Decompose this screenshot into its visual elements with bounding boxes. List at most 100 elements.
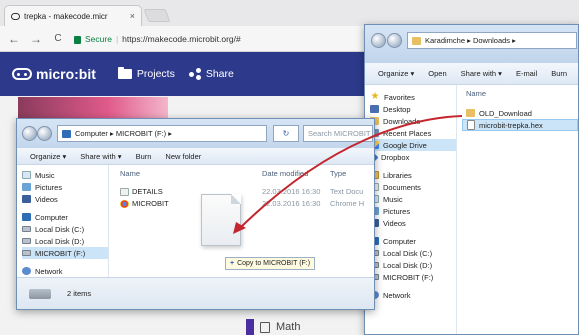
file-row-details[interactable]: DETAILS 22.03.2016 16:30 Text Docu [110,187,374,199]
url-text: https://makecode.microbit.org/# [122,33,241,44]
nav-item-local-disk-d[interactable]: Local Disk (D:) [370,259,456,271]
email-button[interactable]: E-mail [509,69,544,78]
nav-item-label: Computer [383,236,416,246]
nav-item-label: Google Drive [383,140,427,150]
share-with-button[interactable]: Share with ▾ [73,152,128,161]
nav-item-libraries[interactable]: Libraries [370,169,456,181]
nav-item-microbit-f[interactable]: MICROBIT (F:) [370,271,456,283]
lock-icon [74,35,81,44]
nav-item-local-disk-c[interactable]: Local Disk (C:) [22,223,108,235]
new-tab-button[interactable] [143,9,171,22]
nav-item-label: Music [35,170,55,180]
downloads-file-list: Name OLD_Download microbit-trepka.hex [458,85,578,334]
back-orb-icon[interactable] [22,126,37,141]
drive-icon [22,238,31,244]
column-header-name[interactable]: Name [462,89,578,101]
share-icon [188,68,201,80]
tab-close-icon[interactable]: × [130,11,135,21]
math-color-bar [246,319,254,335]
microbit-breadcrumb: Computer ▸ MICROBIT (F:) ▸ [75,129,172,138]
nav-item-microbit-f[interactable]: MICROBIT (F:) [22,247,108,259]
makecode-favicon-icon [11,12,20,20]
browser-tab[interactable]: trepka - makecode.micr × [4,5,142,26]
forward-orb-icon[interactable] [387,33,402,48]
organize-button[interactable]: Organize ▾ [23,152,73,161]
nav-item-label: Recent Places [383,128,432,138]
chrome-html-icon [120,200,129,208]
file-row-microbit[interactable]: MICROBIT 22.03.2016 16:30 Chrome H [110,199,374,211]
star-icon: ★ [370,91,380,102]
nav-item-network[interactable]: Network [22,265,108,277]
nav-item-downloads[interactable]: Downloads [370,115,456,127]
refresh-icon: ↻ [282,129,290,138]
nav-item-label: Videos [383,218,406,228]
reload-button[interactable]: C [52,33,64,44]
new-folder-button[interactable]: New folder [158,152,208,161]
organize-button[interactable]: Organize ▾ [371,69,421,78]
nav-item-documents[interactable]: Documents [370,181,456,193]
column-header-date[interactable]: Date modified [262,169,308,178]
nav-item-label: Local Disk (D:) [35,236,85,246]
downloads-navigation-pane: ★ Favorites Desktop Downloads Recent Places G… [365,85,457,334]
forward-button[interactable]: → [30,32,42,46]
file-type: Chrome H [330,199,365,208]
nav-item-label: Network [383,290,411,300]
nav-item-videos[interactable]: Videos [370,217,456,229]
burn-button[interactable]: Burn [544,69,574,78]
share-button[interactable]: Share [188,68,234,80]
forward-orb-icon[interactable] [37,126,52,141]
nav-item-label: Documents [383,182,421,192]
nav-item-local-disk-d[interactable]: Local Disk (D:) [22,235,108,247]
file-row-old-download[interactable]: OLD_Download [462,107,578,119]
nav-item-pictures[interactable]: Pictures [22,181,108,193]
nav-item-favorites[interactable]: ★ Favorites [370,91,456,103]
back-orb-icon[interactable] [371,33,386,48]
open-button[interactable]: Open [421,69,453,78]
nav-item-label: Local Disk (C:) [383,248,433,258]
column-header-name[interactable]: Name [120,169,140,178]
file-row-microbit-hex[interactable]: microbit-trepka.hex [462,119,578,131]
file-date: 22.03.2016 16:30 [262,187,321,196]
file-name: OLD_Download [479,108,532,118]
downloads-breadcrumb: Karadimche ▸ Downloads ▸ [425,36,516,45]
nav-item-label: Pictures [383,206,411,216]
file-name: MICROBIT [132,199,169,208]
tab-title: trepka - makecode.micr [24,11,108,21]
refresh-button[interactable]: ↻ [273,125,299,142]
column-header-type[interactable]: Type [330,169,346,178]
nav-item-videos[interactable]: Videos [22,193,108,205]
share-with-button[interactable]: Share with ▾ [454,69,509,78]
file-name: DETAILS [132,187,163,196]
nav-item-desktop[interactable]: Desktop [370,103,456,115]
nav-item-pictures[interactable]: Pictures [370,205,456,217]
copy-plus-icon: + [230,260,235,267]
nav-item-google-drive[interactable]: Google Drive [370,139,456,151]
drive-icon [22,226,31,232]
microbit-address-bar[interactable]: Computer ▸ MICROBIT (F:) ▸ [57,125,267,142]
toolbox-math-category[interactable]: Math [246,319,356,335]
tab-strip: trepka - makecode.micr × [0,0,579,26]
nav-item-music[interactable]: Music [22,169,108,181]
microbit-logo-text: micro:bit [36,66,96,82]
burn-button[interactable]: Burn [129,152,159,161]
file-type: Text Docu [330,187,364,196]
nav-item-dropbox[interactable]: Dropbox [368,151,456,163]
item-count: 2 items [67,289,92,298]
math-label: Math [276,321,301,333]
nav-item-computer[interactable]: Computer [370,235,456,247]
back-button[interactable]: ← [8,32,20,46]
microbit-logo[interactable]: micro:bit [12,66,96,82]
microbit-navigation-pane: Music Pictures Videos Computer Local Disk (C… [17,165,109,277]
address-bar[interactable]: Secure | https://makecode.microbit.org/# [74,30,241,48]
nav-item-computer[interactable]: Computer [22,211,108,223]
nav-item-local-disk-c[interactable]: Local Disk (C:) [370,247,456,259]
nav-item-label: Pictures [35,182,63,192]
projects-button[interactable]: Projects [117,67,175,80]
nav-item-music[interactable]: Music [370,193,456,205]
nav-item-label: Network [35,266,63,276]
downloads-explorer-window: Karadimche ▸ Downloads ▸ Organize ▾ Open… [364,24,579,335]
search-input[interactable]: Search MICROBIT [303,125,373,142]
nav-item-recent-places[interactable]: Recent Places [370,127,456,139]
nav-item-network[interactable]: Network [370,289,456,301]
downloads-address-bar[interactable]: Karadimche ▸ Downloads ▸ [407,32,577,49]
